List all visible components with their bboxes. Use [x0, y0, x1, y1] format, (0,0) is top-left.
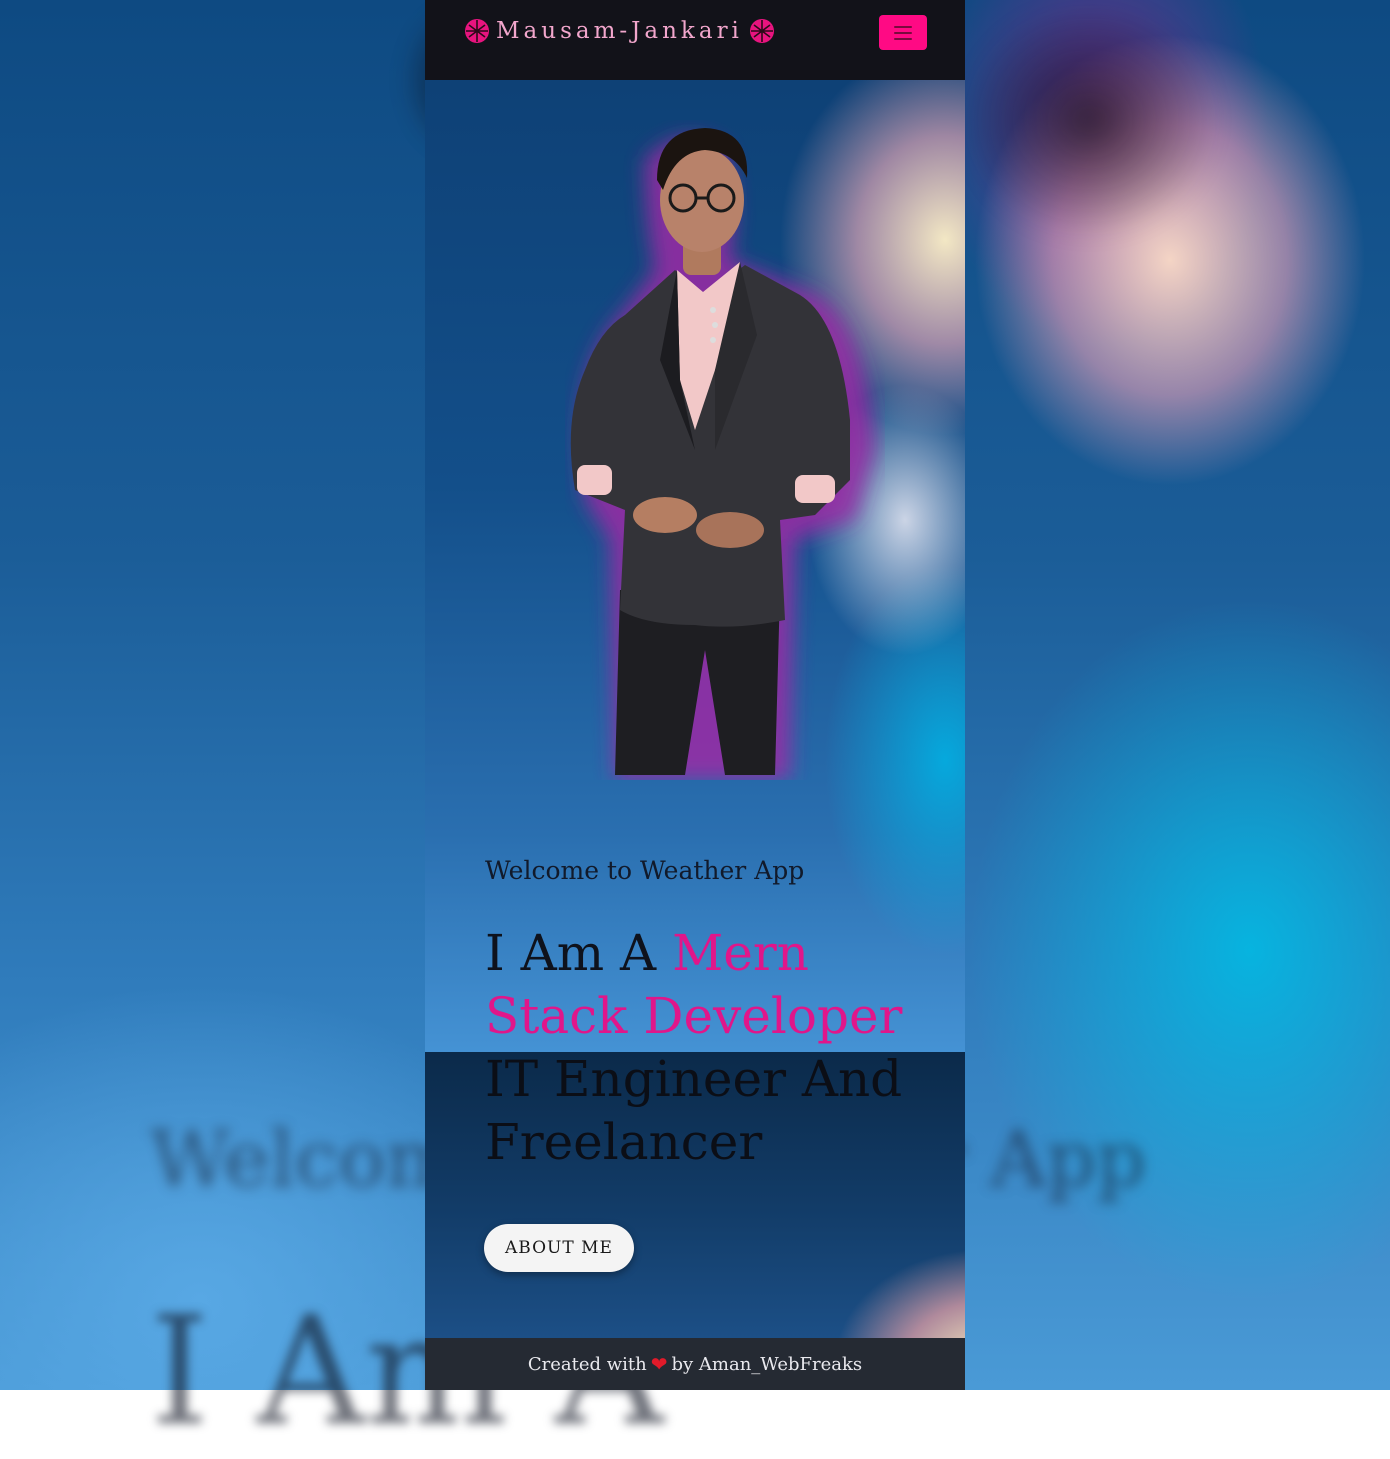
headline-prefix: I Am A	[485, 924, 673, 982]
phone-viewport: Mausam-Jankari Welcome to Weather App I …	[425, 0, 965, 1390]
navbar: Mausam-Jankari	[425, 0, 965, 80]
dribbble-icon	[465, 19, 489, 43]
footer: Created with ❤ by Aman_WebFreaks	[425, 1338, 965, 1390]
hamburger-menu-icon	[894, 37, 912, 40]
hamburger-menu-button[interactable]	[879, 15, 927, 50]
background-blur-shape	[960, 0, 1220, 240]
brand-title: Mausam-Jankari	[496, 18, 743, 44]
about-me-button[interactable]: ABOUT ME	[484, 1224, 634, 1272]
hamburger-menu-icon	[894, 25, 912, 28]
footer-prefix: Created with	[527, 1353, 647, 1375]
dribbble-icon	[749, 19, 774, 43]
brand-link[interactable]: Mausam-Jankari	[465, 18, 774, 44]
footer-author: by Aman_WebFreaks	[671, 1353, 863, 1375]
developer-portrait-image	[570, 128, 875, 780]
hamburger-menu-icon	[894, 31, 912, 34]
hero-headline-continued: IT Engineer And Freelancer	[485, 1050, 903, 1171]
welcome-text: Welcome to Weather App	[485, 856, 805, 885]
heart-icon: ❤	[650, 1352, 668, 1376]
